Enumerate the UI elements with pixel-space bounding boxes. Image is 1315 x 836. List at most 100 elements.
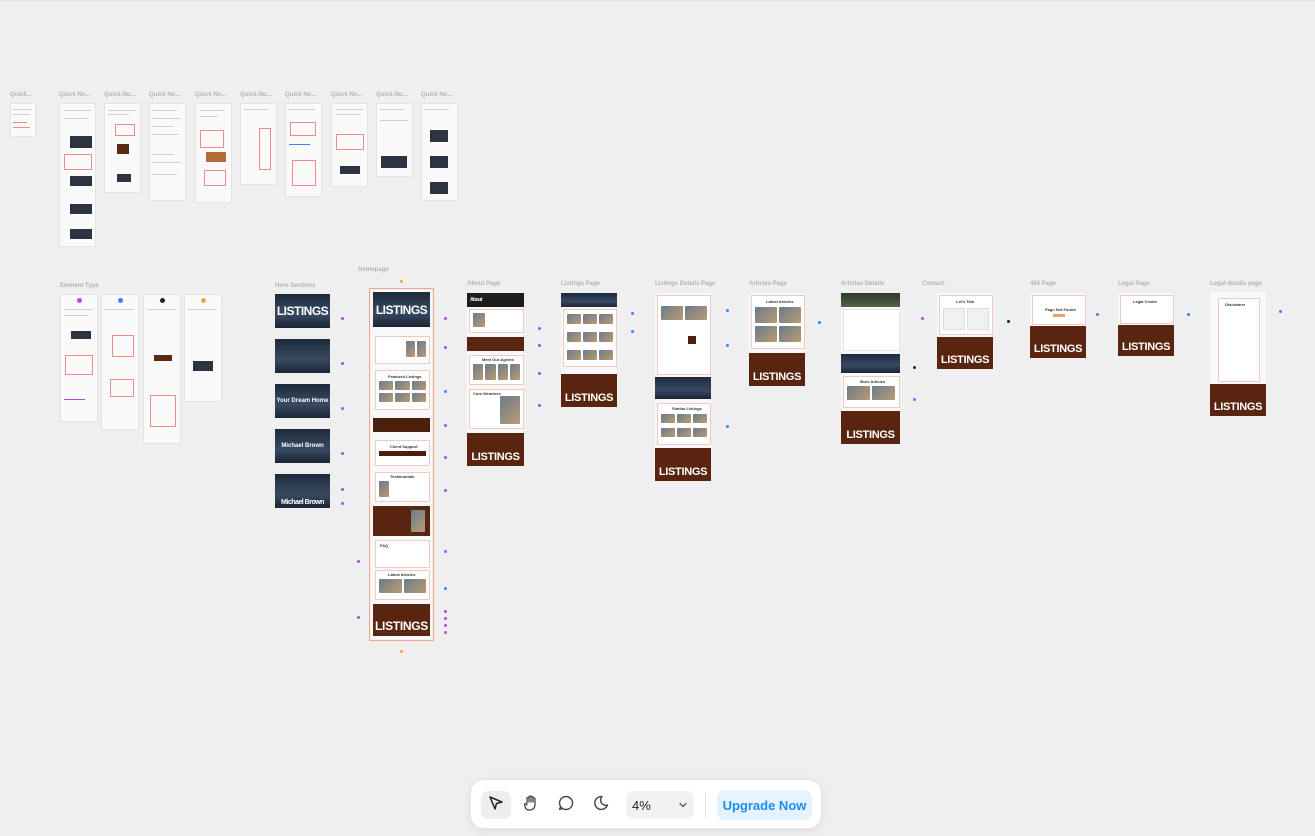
section-label-legal: Legal Page <box>1118 281 1150 287</box>
chevron-down-icon <box>678 798 688 813</box>
articles-title: Latest Articles <box>388 572 416 577</box>
homepage-about-block <box>375 336 430 364</box>
articles-details-frame[interactable]: More Articles LISTINGS <box>841 293 900 444</box>
quick-note-label: Quick No... <box>149 92 181 98</box>
legal-footer: LISTINGS <box>1118 325 1174 356</box>
link-dot <box>341 488 344 491</box>
quick-note-label: Quick No... <box>240 92 272 98</box>
article-banner <box>841 354 900 373</box>
hand-icon <box>522 794 540 817</box>
listings-hero <box>561 293 617 307</box>
section-label-404: 404 Page <box>1030 281 1057 287</box>
quick-note-label: Quick No... <box>376 92 408 98</box>
hero-variant-agent[interactable]: Michael Brown <box>275 429 330 463</box>
about-hero: About <box>467 293 524 307</box>
link-dot <box>341 362 344 365</box>
link-dot <box>357 616 360 619</box>
listings-details-frame[interactable]: Similar Listings LISTINGS <box>655 293 711 481</box>
zoom-select[interactable]: 4% <box>626 791 694 819</box>
bottom-toolbar: 4% Upgrade Now <box>470 779 822 829</box>
homepage-testimonials-block: Testimonials <box>375 472 430 502</box>
link-dot <box>444 390 447 393</box>
article-hero <box>841 293 900 307</box>
moon-icon <box>592 794 610 817</box>
comment-tool[interactable] <box>551 791 581 819</box>
listings-grid <box>563 309 617 367</box>
similar-title: Similar Listings <box>672 406 702 411</box>
quick-note-frame[interactable] <box>240 103 277 185</box>
quick-note-frame[interactable] <box>421 103 458 201</box>
hero-variant-dream-home[interactable]: Your Dream Home <box>275 384 330 418</box>
page-404-frame[interactable]: Page Not Found LISTINGS <box>1030 293 1086 358</box>
quick-note-frame[interactable] <box>195 103 232 203</box>
quick-note-frame[interactable] <box>376 103 413 177</box>
contact-form-block: Let's Talk <box>939 295 993 335</box>
hero-variant-agent-large[interactable]: Michael Brown <box>275 474 330 508</box>
quick-note-frame[interactable] <box>285 103 322 197</box>
homepage-featured-block: Featured Listings <box>375 370 430 410</box>
link-dot <box>726 425 729 428</box>
quick-note-label: Quick No... <box>331 92 363 98</box>
link-dot <box>538 344 541 347</box>
about-stats-strip <box>467 337 524 351</box>
link-dot <box>444 610 447 613</box>
legal-details-frame[interactable]: Disclaimer LISTINGS <box>1210 292 1266 416</box>
element-type-frame[interactable] <box>101 294 139 430</box>
homepage-support-block: Client Support <box>375 440 430 466</box>
link-dot <box>444 624 447 627</box>
legal-details-footer: LISTINGS <box>1210 384 1266 416</box>
section-label-about: About Page <box>467 281 501 287</box>
link-dot <box>444 631 447 634</box>
not-found-title: Page Not Found <box>1045 307 1076 312</box>
homepage-articles-block: Latest Articles <box>375 570 430 600</box>
article-more: More Articles <box>843 376 900 408</box>
contact-page-frame[interactable]: Let's Talk LISTINGS <box>937 293 993 369</box>
homepage-footer: LISTINGS <box>373 604 430 636</box>
quick-note-frame[interactable] <box>331 103 368 187</box>
quick-note-frame[interactable] <box>149 103 186 201</box>
quick-note-label: Quick... <box>10 92 32 98</box>
link-dot <box>444 456 447 459</box>
hero-variant-listings[interactable]: LISTINGS <box>275 294 330 328</box>
details-footer: LISTINGS <box>655 448 711 481</box>
core-title: Core Members <box>473 391 501 396</box>
disclaimer-title: Disclaimer <box>1225 302 1246 307</box>
link-dot <box>444 489 447 492</box>
faq-title: FAQ <box>380 543 389 548</box>
element-type-frame[interactable] <box>184 294 222 402</box>
articles-page-frame[interactable]: Latest Articles LISTINGS <box>749 293 805 386</box>
link-dot <box>1007 320 1010 323</box>
listings-page-frame[interactable]: LISTINGS <box>561 293 617 407</box>
hero-variant-2[interactable] <box>275 339 330 373</box>
link-dot <box>1279 310 1282 313</box>
quick-note-label: Quick No... <box>104 92 136 98</box>
element-type-frame[interactable] <box>143 294 181 444</box>
quick-note-frame[interactable] <box>104 103 141 193</box>
dark-mode-toggle[interactable] <box>586 791 616 819</box>
homepage-hero: LISTINGS <box>373 292 430 327</box>
listings-footer: LISTINGS <box>561 374 617 407</box>
link-dot <box>726 309 729 312</box>
about-core-block: Core Members <box>469 389 524 429</box>
featured-title: Featured Listings <box>388 374 422 379</box>
upgrade-now-button[interactable]: Upgrade Now <box>717 790 812 820</box>
more-articles-title: More Articles <box>860 379 886 384</box>
link-dot <box>444 617 447 620</box>
pointer-tool[interactable] <box>481 791 511 819</box>
zoom-value: 4% <box>632 797 651 813</box>
homepage-frame[interactable]: LISTINGS Featured Listings Client Suppor… <box>369 288 434 641</box>
hand-tool[interactable] <box>516 791 546 819</box>
quick-note-frame[interactable] <box>59 103 96 247</box>
about-intro-block <box>469 309 524 333</box>
design-canvas[interactable]: Quick... Quick No... Quick No... Quick N… <box>0 0 1315 836</box>
link-dot <box>726 344 729 347</box>
element-type-frame[interactable] <box>60 294 98 422</box>
agents-title: Meet Our Agents <box>482 357 514 362</box>
legal-page-frame[interactable]: Legal Center LISTINGS <box>1118 293 1174 356</box>
link-dot <box>444 587 447 590</box>
link-dot <box>538 404 541 407</box>
link-dot <box>341 502 344 505</box>
quick-note-frame[interactable] <box>10 103 36 137</box>
about-page-frame[interactable]: About Meet Our Agents Core Members LISTI… <box>467 293 524 466</box>
quick-note-label: Quick No... <box>421 92 453 98</box>
